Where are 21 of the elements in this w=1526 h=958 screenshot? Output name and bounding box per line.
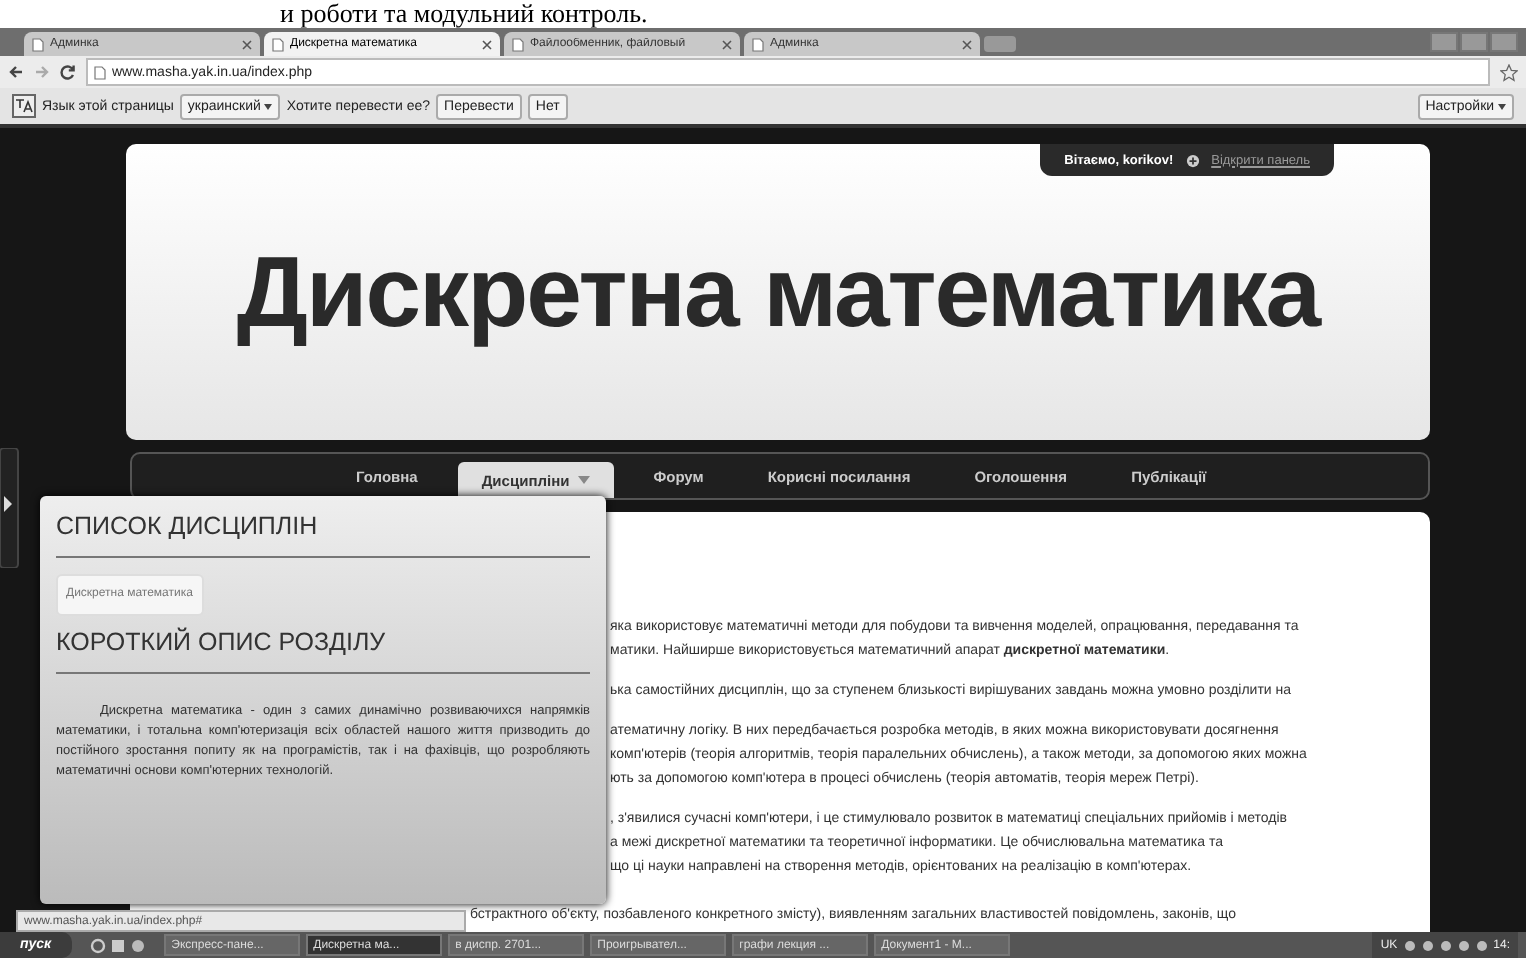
page-icon xyxy=(512,37,524,51)
plus-icon[interactable] xyxy=(1185,153,1200,167)
page-icon xyxy=(32,37,44,51)
translate-icon xyxy=(12,94,36,118)
site-title: Дискретна математика xyxy=(236,234,1320,350)
caret-icon xyxy=(264,103,273,109)
page-icon xyxy=(272,37,284,51)
side-panel-tab[interactable] xyxy=(0,448,20,568)
reload-icon[interactable] xyxy=(60,64,76,80)
close-icon[interactable] xyxy=(722,39,732,49)
back-icon[interactable] xyxy=(8,64,24,80)
page-icon xyxy=(94,65,106,79)
section-heading: СПИСОК ДИСЦИПЛІН xyxy=(56,512,590,558)
section-heading: КОРОТКИЙ ОПИС РОЗДІЛУ xyxy=(56,628,590,674)
close-icon[interactable] xyxy=(242,39,252,49)
caption-text: и роботи та модульний контроль. xyxy=(280,0,648,28)
star-icon[interactable] xyxy=(1500,63,1518,81)
page-icon xyxy=(752,37,764,51)
caret-icon xyxy=(1498,103,1506,109)
close-icon[interactable] xyxy=(482,39,492,49)
close-icon[interactable] xyxy=(962,39,972,49)
